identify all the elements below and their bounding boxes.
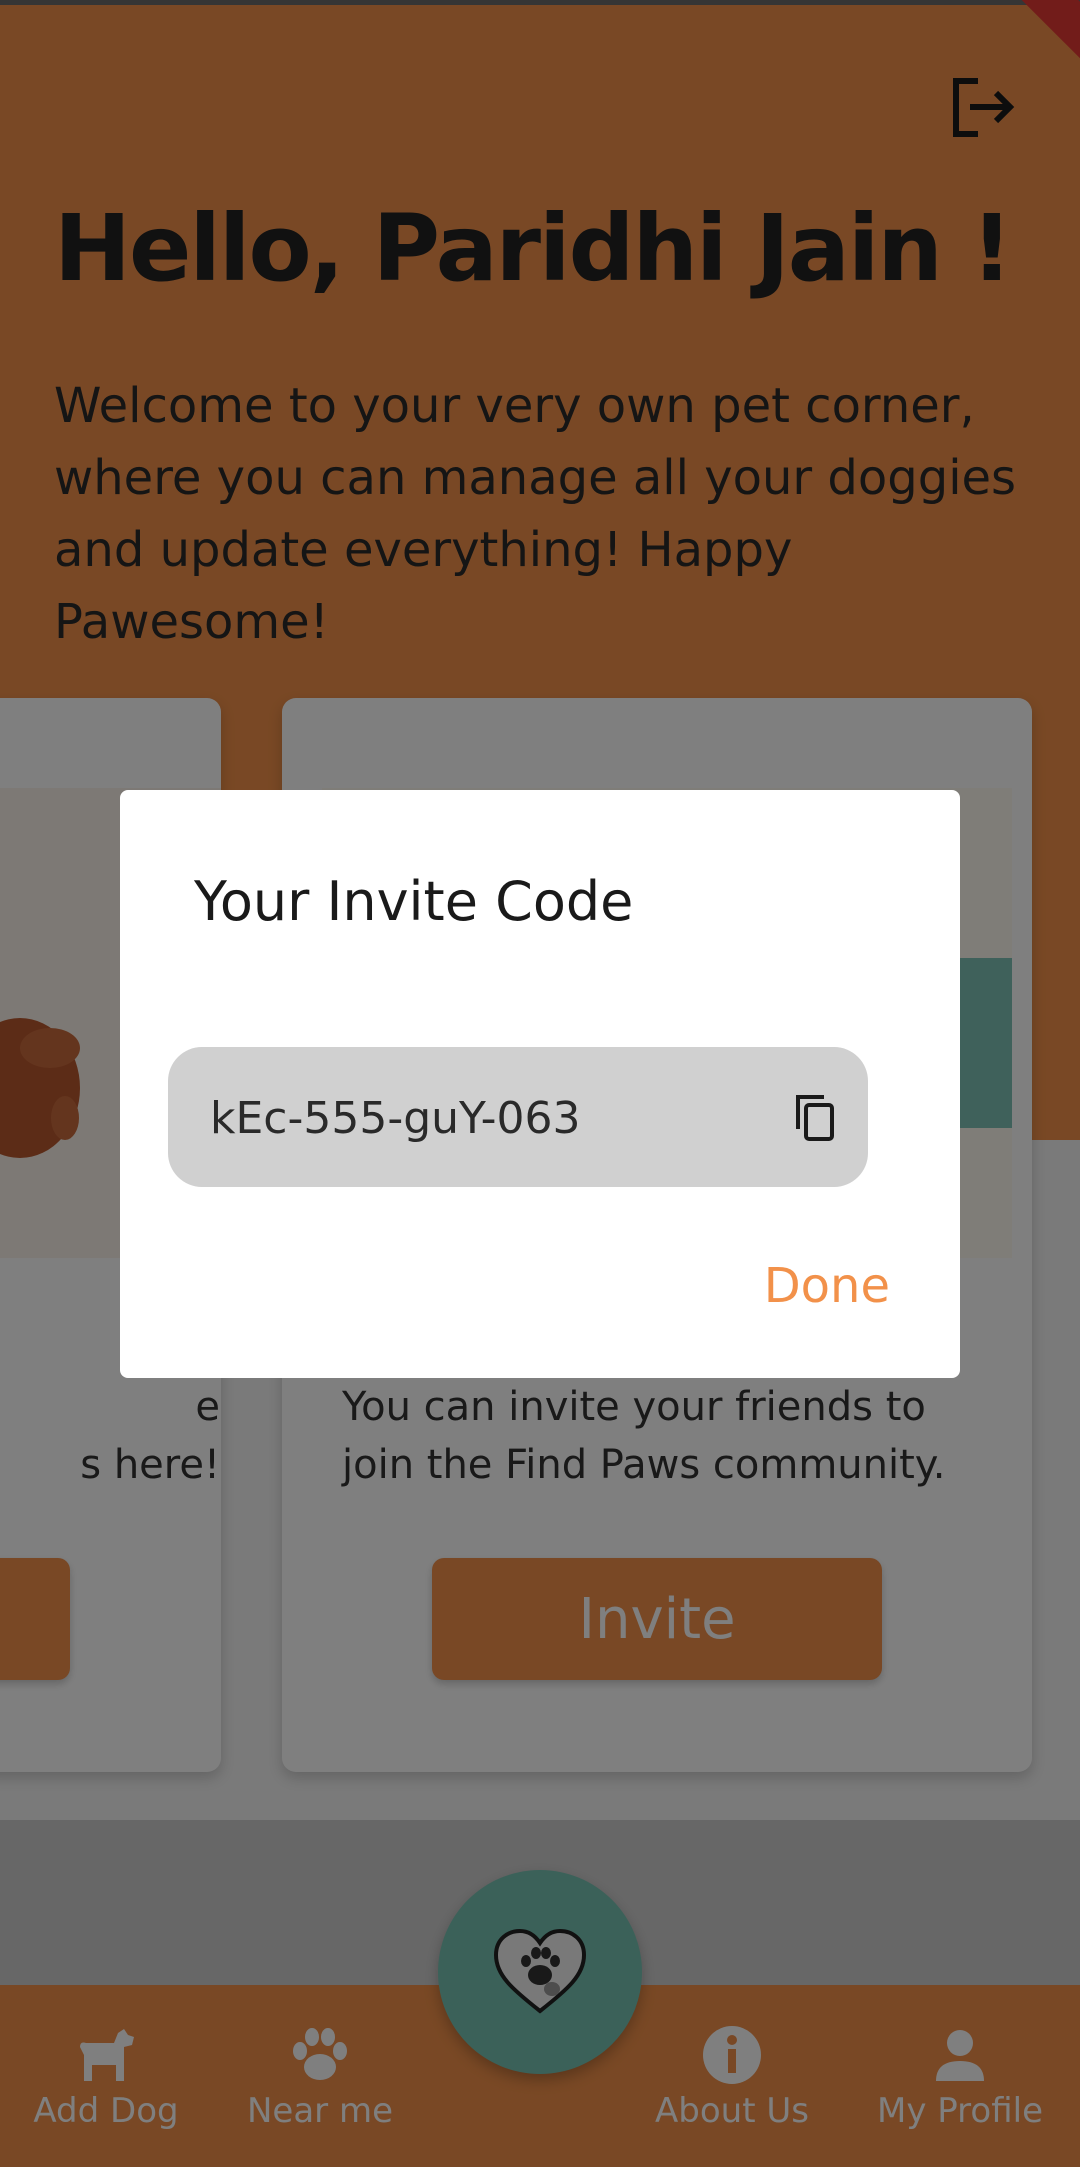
done-button[interactable]: Done (764, 1258, 890, 1314)
invite-code-dialog: Your Invite Code kEc-555-guY-063 Done (120, 790, 960, 1378)
copy-icon[interactable] (790, 1091, 840, 1143)
dialog-title: Your Invite Code (194, 870, 634, 933)
invite-code-value: kEc-555-guY-063 (210, 1093, 581, 1144)
invite-code-field: kEc-555-guY-063 (168, 1047, 868, 1187)
